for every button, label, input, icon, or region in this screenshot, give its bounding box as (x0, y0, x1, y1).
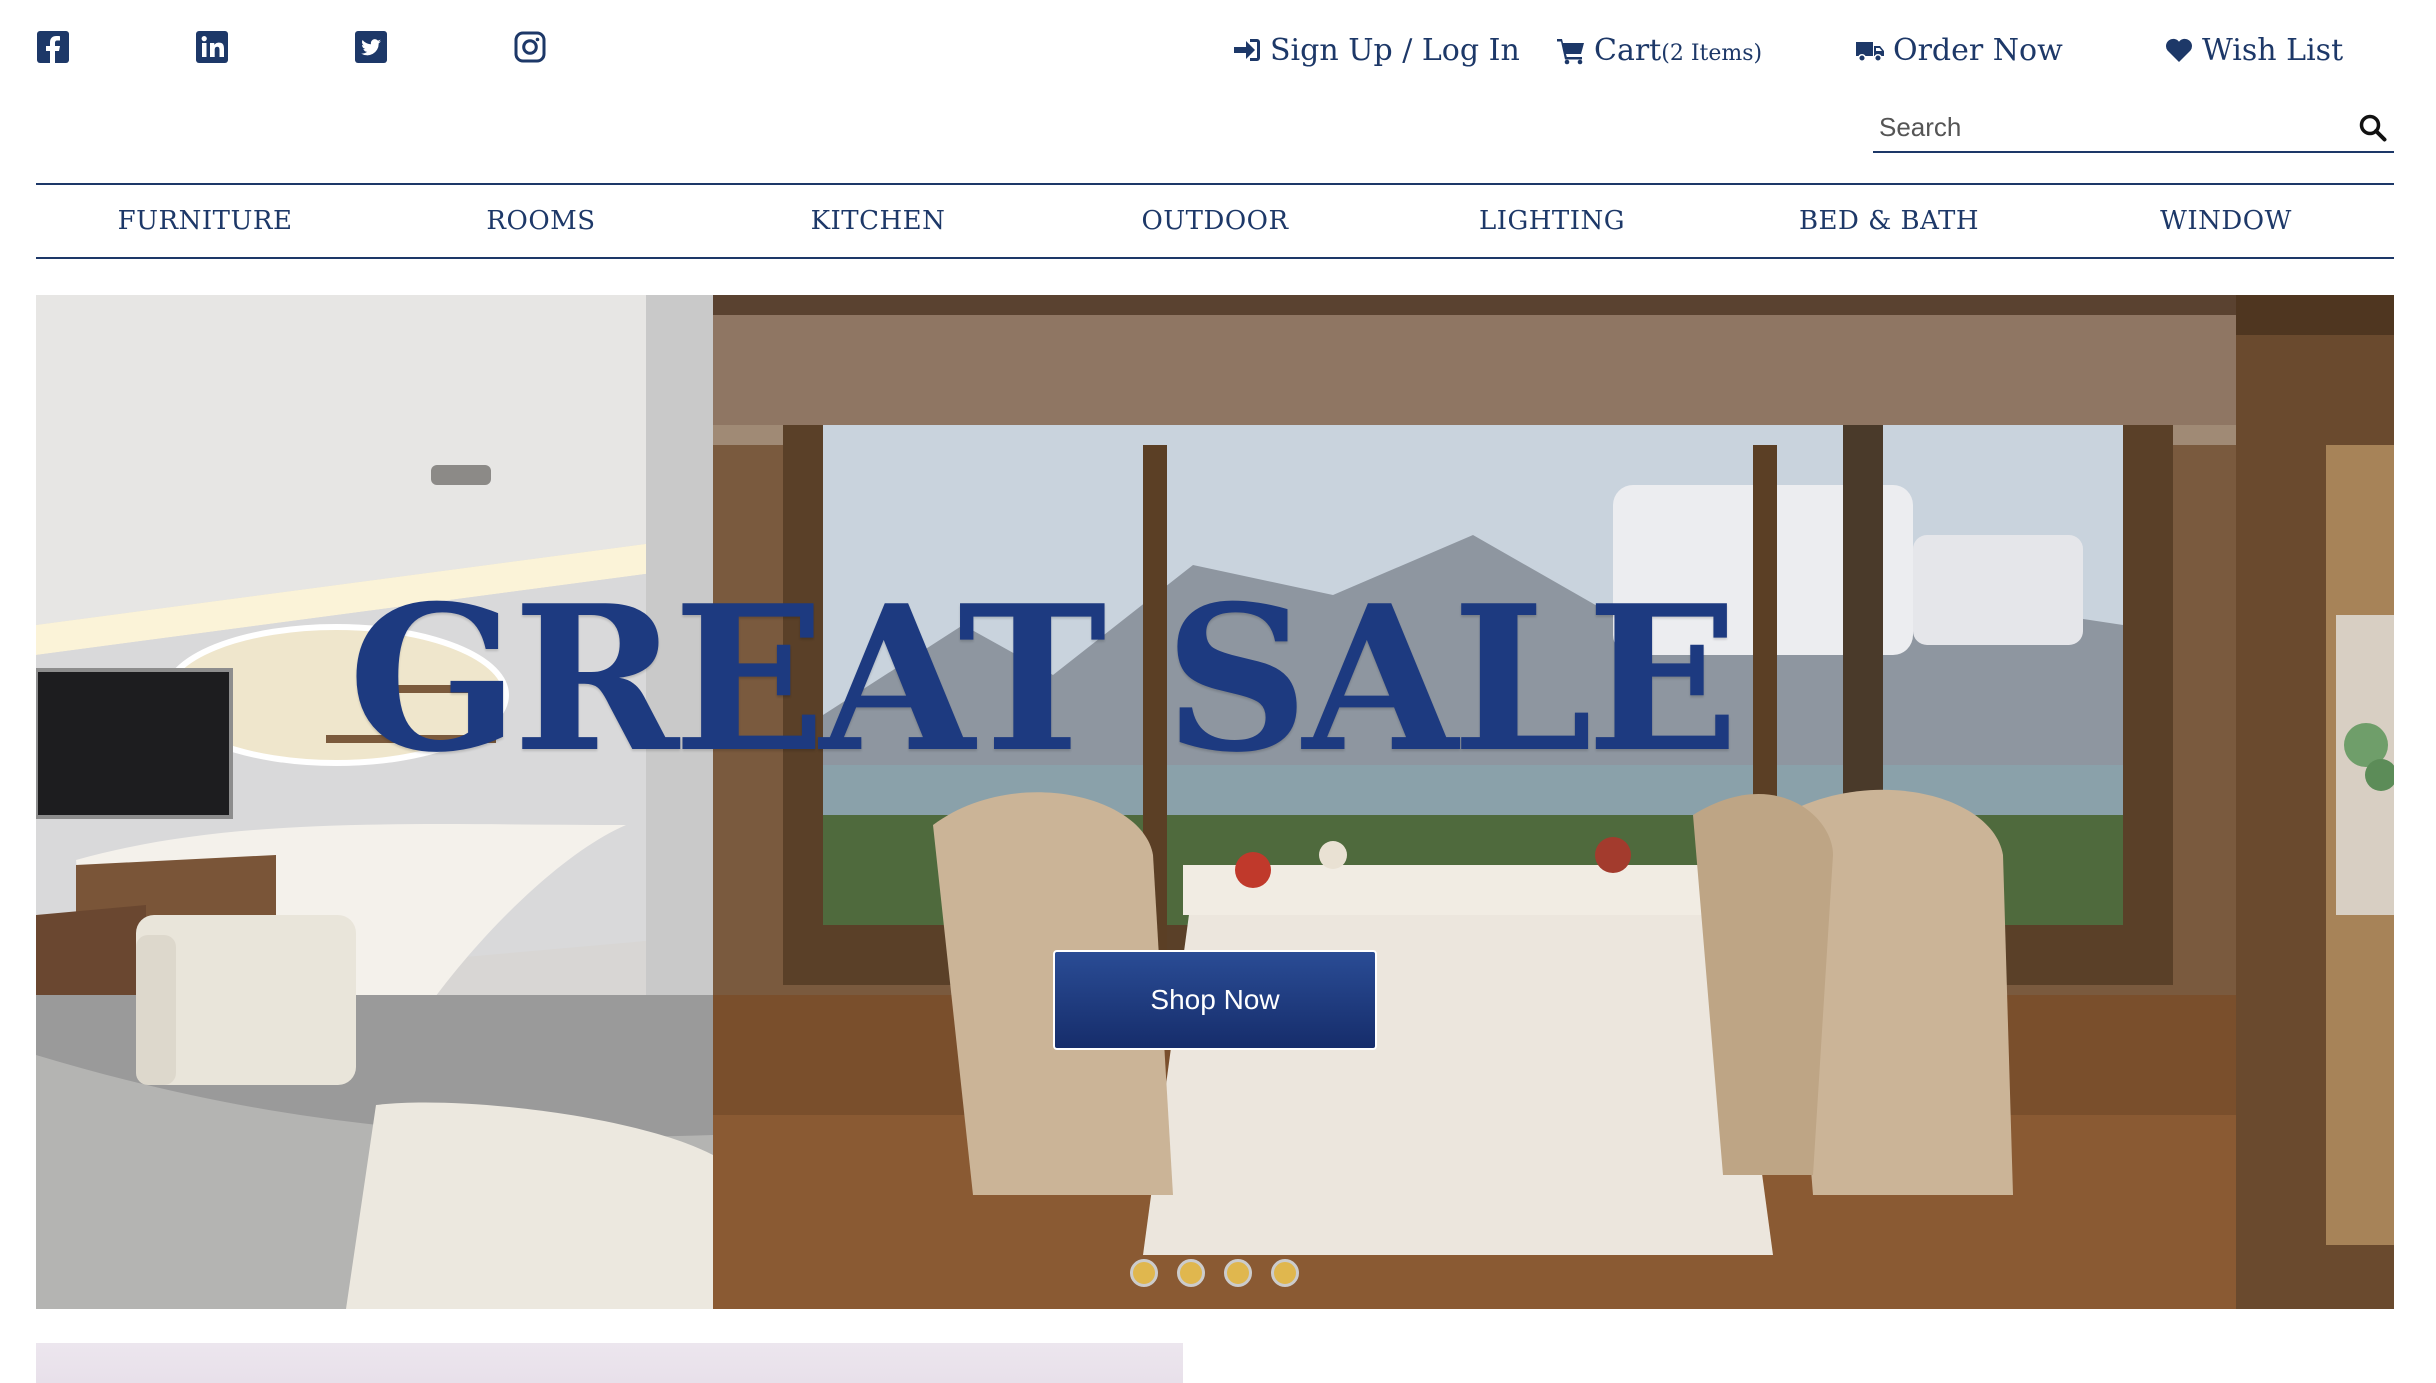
order-now-link[interactable]: Order Now (1855, 28, 2063, 72)
dining-room-image (713, 295, 2236, 1309)
nav-item-outdoor[interactable]: OUTDOOR (1141, 185, 1288, 257)
shop-now-button[interactable]: Shop Now (1053, 950, 1377, 1050)
promo-image (36, 1343, 1183, 1383)
signup-login-label: Sign Up / Log In (1270, 32, 1520, 68)
truck-icon (1856, 42, 1884, 63)
nav-item-furniture[interactable]: FURNITURE (118, 185, 293, 257)
facebook-icon[interactable] (36, 30, 70, 64)
instagram-icon[interactable] (513, 30, 547, 64)
nav-item-rooms[interactable]: ROOMS (486, 185, 595, 257)
main-nav: FURNITURE ROOMS KITCHEN OUTDOOR LIGHTING… (36, 183, 2394, 259)
signup-login-link[interactable]: Sign Up / Log In (1232, 28, 1520, 72)
hero-headline: GREAT SALE (348, 562, 1739, 797)
carousel-dot-1[interactable] (1130, 1259, 1158, 1287)
carousel-dot-2[interactable] (1177, 1259, 1205, 1287)
nav-item-lighting[interactable]: LIGHTING (1479, 185, 1625, 257)
search-input[interactable] (1879, 109, 2319, 145)
rustic-wall-image (2236, 295, 2394, 1309)
wish-list-label: Wish List (2202, 32, 2344, 68)
wish-list-link[interactable]: Wish List (2164, 28, 2343, 72)
search-bar (1873, 105, 2394, 153)
nav-item-kitchen[interactable]: KITCHEN (811, 185, 946, 257)
nav-item-bed-bath[interactable]: BED & BATH (1799, 185, 1979, 257)
living-room-image (36, 295, 713, 1309)
carousel-dot-4[interactable] (1271, 1259, 1299, 1287)
order-now-label: Order Now (1893, 32, 2063, 68)
carousel-dot-3[interactable] (1224, 1259, 1252, 1287)
cart-icon (1557, 39, 1584, 65)
linkedin-icon[interactable] (195, 30, 229, 64)
hero-carousel (36, 295, 2394, 1309)
search-icon[interactable] (2358, 113, 2388, 143)
nav-item-window[interactable]: WINDOW (2160, 185, 2292, 257)
cart-label: Cart (1594, 32, 1662, 68)
cart-link[interactable]: Cart(2 Items) (1556, 28, 1762, 72)
cart-count: (2 Items) (1661, 40, 1763, 66)
twitter-icon[interactable] (354, 30, 388, 64)
heart-icon (2166, 38, 2192, 62)
sign-in-icon (1234, 39, 1260, 61)
